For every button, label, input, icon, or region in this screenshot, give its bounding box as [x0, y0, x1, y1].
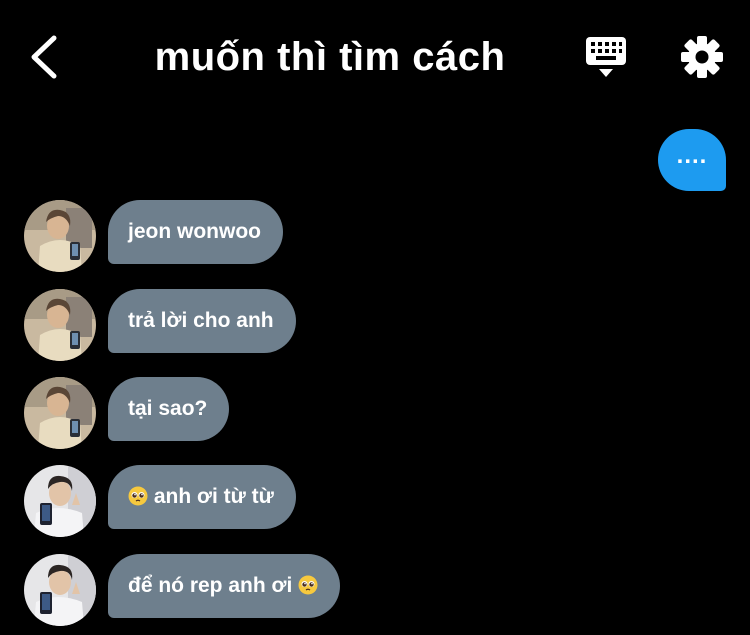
incoming-message: jeon wonwoo [24, 200, 724, 272]
gear-icon [681, 36, 723, 78]
chat-title: muốn thì tìm cách [154, 35, 506, 79]
message-text: jeon wonwoo [128, 220, 261, 243]
avatar[interactable] [24, 200, 96, 272]
avatar-photo [24, 289, 96, 361]
avatar-photo [24, 465, 96, 537]
message-bubble[interactable]: anh ơi từ từ [108, 465, 296, 529]
message-bubble[interactable]: trả lời cho anh [108, 289, 296, 353]
message-bubble[interactable]: jeon wonwoo [108, 200, 283, 264]
incoming-message: tại sao? [24, 377, 724, 449]
chevron-left-icon [31, 35, 57, 79]
pleading-face-emoji [128, 486, 148, 506]
message-bubble[interactable]: tại sao? [108, 377, 230, 441]
incoming-message: anh ơi từ từ [24, 465, 724, 537]
avatar[interactable] [24, 465, 96, 537]
avatar[interactable] [24, 377, 96, 449]
incoming-message: trả lời cho anh [24, 289, 724, 361]
message-list[interactable]: .... jeon wonwoo trả lời cho anh tại sao… [0, 112, 750, 635]
keyboard-button[interactable] [582, 34, 630, 80]
settings-button[interactable] [678, 33, 726, 81]
avatar-photo [24, 200, 96, 272]
avatar-photo [24, 377, 96, 449]
avatar[interactable] [24, 554, 96, 626]
keyboard-icon [586, 37, 626, 77]
incoming-message: để nó rep anh ơi [24, 554, 724, 626]
pleading-face-emoji [298, 575, 318, 595]
avatar-photo [24, 554, 96, 626]
chat-header: muốn thì tìm cách [0, 0, 750, 112]
message-text: trả lời cho anh [128, 309, 274, 332]
message-text: tại sao? [128, 397, 208, 420]
back-button[interactable] [22, 30, 70, 84]
message-bubble[interactable]: để nó rep anh ơi [108, 554, 341, 618]
outgoing-message-bubble[interactable]: .... [658, 129, 726, 191]
message-text: anh ơi từ từ [153, 485, 274, 508]
message-text: để nó rep anh ơi [128, 574, 293, 597]
avatar[interactable] [24, 289, 96, 361]
